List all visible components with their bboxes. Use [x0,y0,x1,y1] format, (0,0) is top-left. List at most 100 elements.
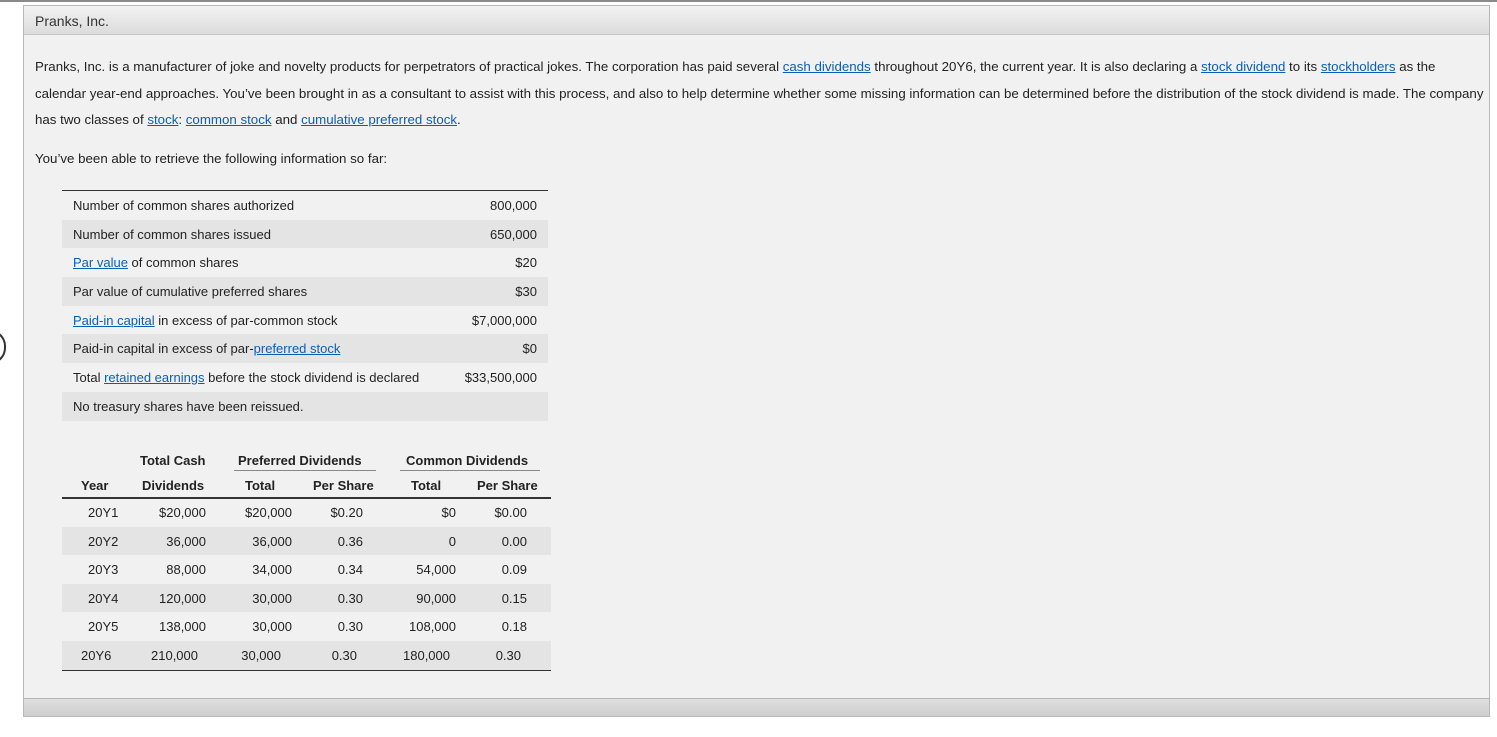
info-label-text: Paid-in capital in excess of par- [73,341,254,357]
info-label-text: of common shares [127,255,239,271]
table-row: 20Y5 138,000 30,000 0.30 108,000 0.18 [62,612,551,641]
info-row: Par value of cumulative preferred shares… [62,277,548,306]
header-preferred-total: Total [245,478,276,493]
cell-year: 20Y6 [81,648,112,663]
problem-panel: Pranks, Inc. Pranks, Inc. is a manufactu… [23,5,1490,717]
cell-common-total: 54,000 [416,562,456,578]
panel-title: Pranks, Inc. [35,13,109,29]
cell-total-cash: 138,000 [159,619,206,635]
link-cumulative-preferred-stock[interactable]: cumulative preferred stock [301,112,457,127]
intro-paragraph: Pranks, Inc. is a manufacturer of joke a… [35,54,1485,134]
info-value: $20 [515,255,537,271]
cell-common-total: 0 [448,533,456,549]
link-stockholders[interactable]: stockholders [1321,59,1396,74]
info-label: Total retained earnings before the stock… [73,370,419,385]
cell-preferred-total: 36,000 [252,533,292,549]
cell-year: 20Y1 [88,505,119,520]
panel-footer [24,698,1489,716]
cell-preferred-total: $20,000 [245,505,292,520]
dividends-table: Total Cash Preferred Dividends Common Di… [62,446,551,672]
intro-text: Pranks, Inc. is a manufacturer of joke a… [35,59,783,74]
cell-year: 20Y3 [88,562,119,578]
cell-preferred-total: 30,000 [252,619,292,635]
info-label: Number of common shares authorized [73,198,295,213]
link-retained-earnings[interactable]: retained earnings [104,370,204,385]
header-common-dividends: Common Dividends [406,453,529,468]
cell-total-cash: 210,000 [151,648,198,663]
table-row: 20Y6 210,000 30,000 0.30 180,000 0.30 [62,641,551,670]
info-value: $30 [515,284,537,300]
header-total-cash-line2: Dividends [142,478,205,493]
cell-total-cash: $20,000 [159,505,206,520]
info-label: No treasury shares have been reissued. [73,398,304,414]
cell-preferred-per-share: $0.20 [330,505,363,520]
cell-preferred-total: 30,000 [241,648,281,663]
info-label: Paid-in capital in excess of par-common … [73,313,337,328]
header-total-cash-line1: Total Cash [140,453,206,468]
intro-text: to its [1285,59,1321,74]
info-label: Par value of common shares [73,255,238,270]
info-label-text: before the stock dividend is declared [204,370,420,386]
table-row: 20Y2 36,000 36,000 0.36 0 0.00 [62,526,551,556]
cell-year: 20Y4 [88,590,119,606]
cell-preferred-per-share: 0.30 [337,619,363,635]
link-common-stock[interactable]: common stock [186,112,272,127]
info-row: Paid-in capital in excess of par-preferr… [62,334,548,364]
info-row: Number of common shares authorized 800,0… [62,191,548,220]
panel-header: Pranks, Inc. [24,6,1489,35]
cell-common-per-share: 0.15 [501,590,527,606]
table-row: 20Y3 88,000 34,000 0.34 54,000 0.09 [62,555,551,584]
cell-preferred-per-share: 0.30 [337,590,363,606]
cell-common-per-share: 0.00 [501,533,527,549]
info-table: Number of common shares authorized 800,0… [62,190,548,421]
table-bottom-rule [62,669,551,672]
common-header-rule [400,470,540,471]
preferred-header-rule [234,470,376,471]
link-paid-in-capital[interactable]: Paid-in capital [73,313,155,328]
left-edge-arc [0,330,6,364]
link-stock[interactable]: stock [147,112,178,127]
cell-preferred-per-share: 0.36 [337,533,363,549]
info-value: $7,000,000 [471,312,537,328]
info-label: Par value of cumulative preferred shares [73,284,308,300]
header-year: Year [81,478,109,493]
link-preferred-stock[interactable]: preferred stock [254,341,341,356]
lead-text: You’ve been able to retrieve the followi… [35,151,388,166]
header-preferred-per-share: Per Share [313,478,374,493]
cell-preferred-total: 34,000 [252,562,292,578]
cell-preferred-per-share: 0.30 [331,648,357,663]
cell-common-total: 180,000 [403,648,450,663]
table-row: 20Y1 $20,000 $20,000 $0.20 $0 $0.00 [62,498,551,527]
table-row: 20Y4 120,000 30,000 0.30 90,000 0.15 [62,583,551,613]
top-border [0,0,1497,2]
info-label: Number of common shares issued [73,226,271,242]
info-value: $33,500,000 [464,370,537,386]
link-stock-dividend[interactable]: stock dividend [1201,59,1285,74]
header-common-total: Total [411,478,442,493]
link-par-value[interactable]: Par value [73,255,128,270]
cell-common-per-share: 0.18 [501,619,527,635]
intro-text: : [178,112,186,127]
info-label-text: Total [73,370,105,386]
cell-common-total: 108,000 [409,619,456,635]
intro-text: throughout 20Y6, the current year. It is… [870,59,1202,74]
info-row: Number of common shares issued 650,000 [62,219,548,249]
info-row: Par value of common shares $20 [62,248,548,277]
cell-common-per-share: 0.09 [501,562,527,578]
cell-preferred-total: 30,000 [252,590,292,606]
cell-total-cash: 88,000 [166,562,206,578]
cell-common-per-share: 0.30 [495,648,521,663]
info-value: 800,000 [490,198,537,213]
intro-text: . [457,112,461,127]
header-preferred-dividends: Preferred Dividends [238,453,362,468]
link-cash-dividends[interactable]: cash dividends [783,59,871,74]
cell-preferred-per-share: 0.34 [337,562,363,578]
cell-year: 20Y5 [88,619,119,635]
cell-common-per-share: $0.00 [494,505,527,520]
header-common-per-share: Per Share [477,478,538,493]
cell-total-cash: 120,000 [159,590,206,606]
info-row: No treasury shares have been reissued. [62,391,548,421]
info-row: Total retained earnings before the stock… [62,363,548,392]
intro-text: and [271,112,302,127]
info-label: Paid-in capital in excess of par-preferr… [73,341,340,356]
